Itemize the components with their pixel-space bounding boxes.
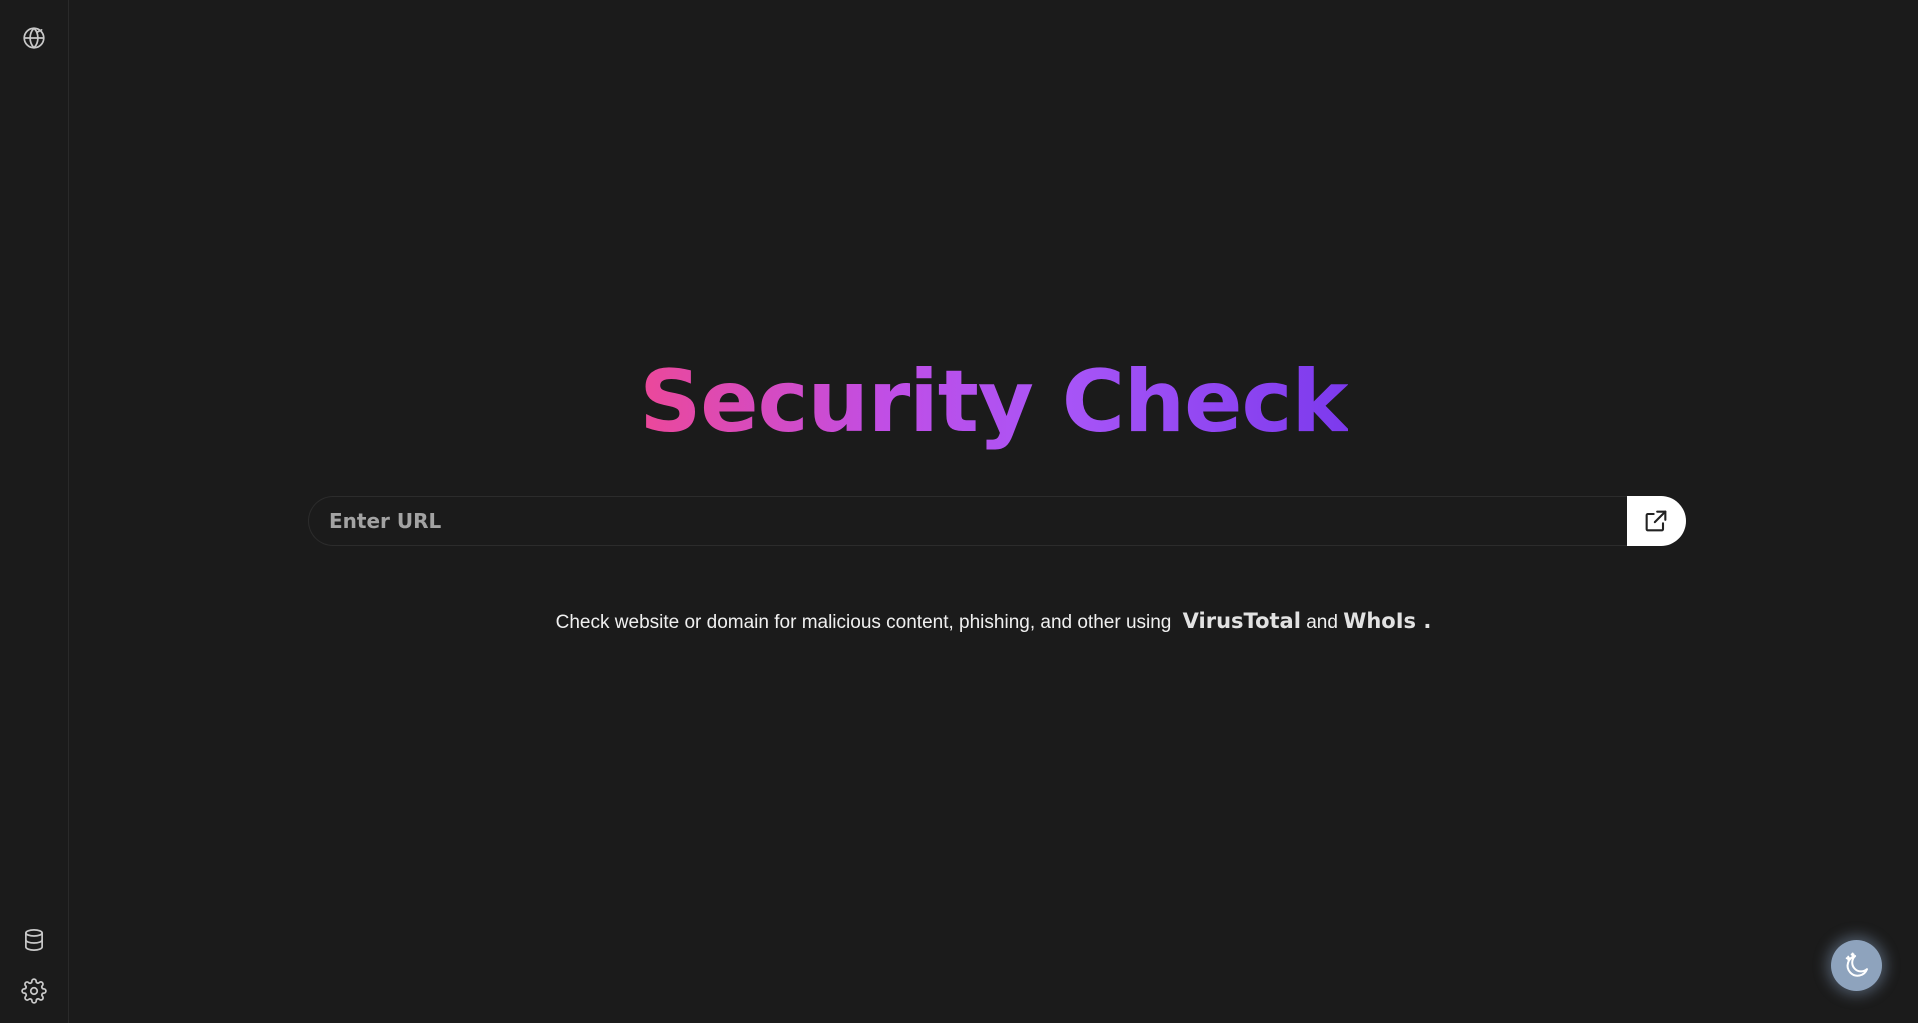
open-url-button[interactable] (1627, 496, 1686, 546)
database-icon[interactable] (19, 925, 49, 955)
page-title-text: Security Check (639, 352, 1348, 452)
description: Check website or domain for malicious co… (69, 609, 1918, 634)
moon-stars-icon (1845, 952, 1868, 977)
virustotal-link[interactable]: VirusTotal (1183, 609, 1301, 633)
url-search-bar (308, 496, 1686, 546)
theme-toggle-button[interactable] (1831, 940, 1882, 991)
description-prefix: Check website or domain for malicious co… (555, 612, 1172, 633)
url-input[interactable] (308, 496, 1628, 546)
gear-icon[interactable] (19, 976, 49, 1006)
page-title: Security Check (69, 352, 1918, 452)
main-content: Security Check Check website or domain f… (69, 0, 1918, 1023)
globe-icon[interactable] (19, 23, 49, 53)
description-joiner: and (1306, 612, 1338, 633)
sidebar (0, 0, 69, 1023)
app-root: Security Check Check website or domain f… (0, 0, 1918, 1023)
whois-link[interactable]: WhoIs . (1343, 609, 1431, 633)
external-link-icon (1645, 510, 1667, 532)
